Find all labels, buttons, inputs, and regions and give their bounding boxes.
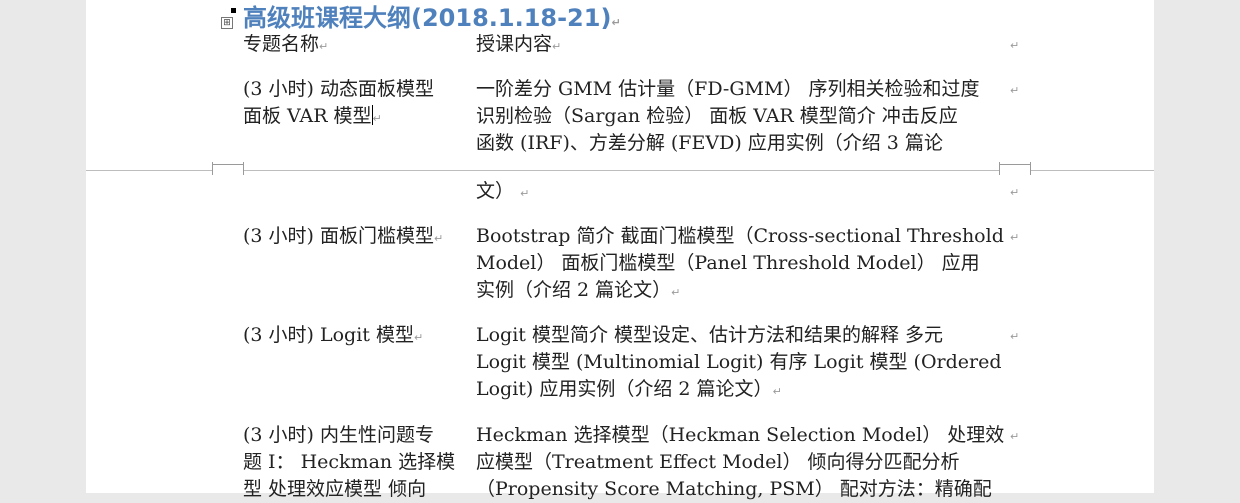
- cell-end-mark-icon: ↵: [1010, 84, 1020, 97]
- row3-content-line3-text: Logit) 应用实例（介绍 2 篇论文）: [476, 378, 773, 400]
- table-move-handle-icon[interactable]: ⊞: [221, 17, 233, 29]
- row1-content-line1[interactable]: 一阶差分 GMM 估计量（FD-GMM） 序列相关检验和过度: [476, 76, 979, 103]
- row1-content-line2[interactable]: 识别检验（Sargan 检验） 面板 VAR 模型简介 冲击反应: [476, 103, 958, 130]
- row2-topic-line1[interactable]: (3 小时) 面板门槛模型↵: [243, 223, 443, 252]
- row2-content-line3[interactable]: 实例（介绍 2 篇论文）↵: [476, 277, 680, 306]
- page-corner-mark-left-bottom: [212, 164, 244, 175]
- paragraph-mark-icon: ↵: [319, 40, 329, 53]
- column-header-content-label: 授课内容: [476, 33, 553, 55]
- row3-topic-line1[interactable]: (3 小时) Logit 模型↵: [243, 322, 423, 351]
- cell-end-mark-icon: ↵: [1010, 39, 1020, 52]
- cell-end-mark-icon: ↵: [1010, 430, 1020, 443]
- row1-topic-line1[interactable]: (3 小时) 动态面板模型: [243, 76, 434, 103]
- row1-content-line4[interactable]: 文） ↵: [476, 178, 529, 207]
- paragraph-mark-icon: ↵: [772, 385, 782, 398]
- row3-topic-line1-text: (3 小时) Logit 模型: [243, 324, 414, 346]
- page-corner-mark-right-bottom: [999, 164, 1031, 175]
- paragraph-mark-icon: ↵: [434, 232, 444, 245]
- row2-topic-line1-text: (3 小时) 面板门槛模型: [243, 225, 434, 247]
- paragraph-mark-icon: ↵: [520, 187, 530, 200]
- page-break-line: [86, 170, 1154, 171]
- cell-end-mark-icon: ↵: [1010, 186, 1020, 199]
- row3-content-line2[interactable]: Logit 模型 (Multinomial Logit) 有序 Logit 模型…: [476, 349, 1002, 376]
- paragraph-mark-icon: ↵: [413, 331, 424, 344]
- paragraph-mark-icon: ↵: [671, 286, 681, 299]
- row1-topic-line2[interactable]: 面板 VAR 模型↵: [243, 103, 382, 132]
- row4-topic-line3[interactable]: 型 处理效应模型 倾向: [243, 476, 426, 503]
- document-heading[interactable]: 高级班课程大纲(2018.1.18-21)↵: [243, 0, 621, 33]
- row4-content-line1[interactable]: Heckman 选择模型（Heckman Selection Model） 处理…: [476, 422, 1004, 449]
- column-header-topic[interactable]: 专题名称↵: [243, 31, 328, 60]
- paragraph-mark-icon: ↵: [611, 16, 621, 29]
- row4-content-line2[interactable]: 应模型（Treatment Effect Model） 倾向得分匹配分析: [476, 449, 959, 476]
- paragraph-mark-icon: ↵: [552, 40, 562, 53]
- cell-end-mark-icon: ↵: [1010, 231, 1020, 244]
- row2-content-line2[interactable]: Model） 面板门槛模型（Panel Threshold Model） 应用: [476, 250, 980, 277]
- row3-content-line3[interactable]: Logit) 应用实例（介绍 2 篇论文）↵: [476, 376, 782, 405]
- row1-topic-line2-text: 面板 VAR 模型: [243, 105, 372, 127]
- row3-content-line1[interactable]: Logit 模型简介 模型设定、估计方法和结果的解释 多元: [476, 322, 943, 349]
- row4-content-line3[interactable]: （Propensity Score Matching, PSM） 配对方法：精确…: [476, 476, 992, 503]
- heading-text: 高级班课程大纲(2018.1.18-21): [243, 4, 612, 32]
- row1-content-line3[interactable]: 函数 (IRF)、方差分解 (FEVD) 应用实例（介绍 3 篇论: [476, 130, 943, 157]
- row4-topic-line2[interactable]: 题 I： Heckman 选择模: [243, 449, 455, 476]
- row2-content-line3-text: 实例（介绍 2 篇论文）: [476, 279, 672, 301]
- row2-content-line1[interactable]: Bootstrap 简介 截面门槛模型（Cross-sectional Thre…: [476, 223, 1004, 250]
- column-header-topic-label: 专题名称: [243, 33, 320, 55]
- cell-end-mark-icon: ↵: [1010, 330, 1020, 343]
- paragraph-mark-icon: ↵: [372, 112, 382, 125]
- column-header-content[interactable]: 授课内容↵: [476, 31, 561, 60]
- row1-content-line4-text: 文）: [476, 180, 515, 202]
- row4-topic-line1[interactable]: (3 小时) 内生性问题专: [243, 422, 434, 449]
- heading-bullet-icon: [231, 8, 236, 13]
